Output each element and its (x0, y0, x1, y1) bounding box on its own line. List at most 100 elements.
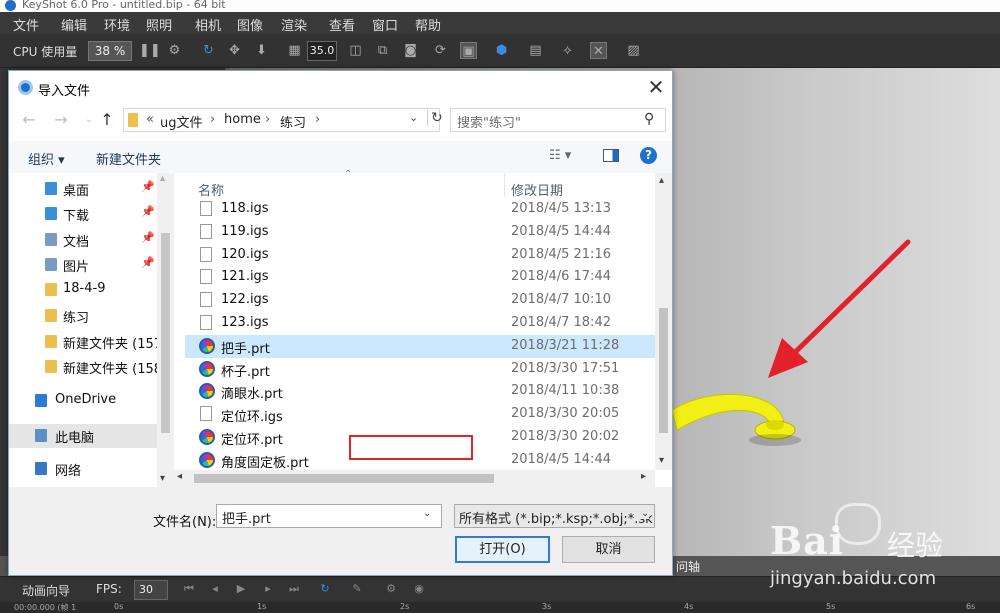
breadcrumb-practice[interactable]: 练习 (280, 112, 306, 131)
refresh-icon[interactable]: ↻ (427, 110, 443, 126)
breadcrumb-separator-icon[interactable]: › (265, 112, 270, 127)
scroll-thumb[interactable] (161, 233, 170, 433)
lock-icon[interactable]: ▣ (460, 42, 477, 59)
material-icon[interactable]: ⟡ (559, 42, 576, 59)
file-row[interactable]: 118.igs 2018/4/5 13:13 (185, 198, 656, 221)
nav-item[interactable]: 练习 (9, 304, 157, 328)
animation-wizard-label[interactable]: 动画向导 (22, 582, 70, 599)
new-folder-button[interactable]: 新建文件夹 (96, 149, 161, 168)
fit-icon[interactable]: ✥ (226, 42, 243, 59)
nav-item[interactable]: 此电脑 (9, 424, 157, 448)
menu-edit[interactable]: 编辑 (61, 15, 87, 34)
scroll-thumb[interactable] (659, 308, 668, 433)
breadcrumb-ug[interactable]: ug文件 (160, 112, 203, 131)
list-vertical-scrollbar[interactable]: ▴ ▾ (655, 173, 672, 470)
refresh-icon[interactable]: ↻ (200, 42, 217, 59)
screenshot-icon[interactable]: ◙ (402, 42, 419, 59)
scroll-up-icon[interactable]: ▴ (160, 173, 165, 184)
rotate-icon[interactable]: ⟳ (432, 42, 449, 59)
timeline-ruler[interactable]: 00:00.000 (帧 1 0s 1s 2s 3s 4s 5s 6s (0, 602, 1000, 612)
breadcrumb-home[interactable]: home (224, 112, 261, 127)
grid-icon[interactable]: ▦ (286, 42, 303, 59)
scroll-down-icon[interactable]: ▾ (160, 473, 165, 484)
settings-icon[interactable]: ⚙ (384, 582, 398, 596)
search-box[interactable]: 搜索"练习" ⚲ (450, 108, 666, 132)
file-row[interactable]: 把手.prt 2018/3/21 11:28 (185, 334, 656, 358)
prev-frame-icon[interactable]: ◂ (208, 582, 222, 596)
menu-window[interactable]: 窗口 (372, 15, 398, 34)
file-row[interactable]: 滴眼水.prt 2018/4/11 10:38 (185, 380, 656, 403)
menu-image[interactable]: 图像 (237, 15, 263, 34)
help-icon[interactable]: ? (640, 147, 657, 164)
open-button[interactable]: 打开(O) (455, 536, 550, 563)
file-row[interactable]: 122.igs 2018/4/7 10:10 (185, 289, 656, 312)
tools-icon[interactable]: ✕ (590, 42, 607, 59)
close-icon[interactable]: ✕ (646, 75, 666, 99)
last-frame-icon[interactable]: ⏭ (287, 582, 301, 596)
render-image-icon[interactable]: ▨ (625, 42, 642, 59)
list-horizontal-scrollbar[interactable]: ◂ ▸ (174, 470, 655, 487)
menu-file[interactable]: 文件 (13, 15, 39, 34)
loop-icon[interactable]: ↻ (318, 582, 332, 596)
scroll-right-icon[interactable]: ▸ (641, 471, 646, 482)
camera-anim-icon[interactable]: ◉ (412, 582, 426, 596)
address-bar[interactable]: « ug文件 › home › 练习 › ⌄ ↻ (123, 108, 443, 132)
performance-icon[interactable]: ⚙ (166, 42, 183, 59)
nav-item[interactable]: 桌面 📌 (9, 177, 157, 201)
view-options-icon[interactable]: ☷ ▾ (549, 148, 571, 163)
column-header-name[interactable]: 名称 (198, 180, 224, 199)
organize-button[interactable]: 组织 ▾ (28, 149, 65, 168)
nav-item[interactable]: 新建文件夹 (158 (9, 355, 162, 379)
file-row[interactable]: 定位环.igs 2018/3/30 20:05 (185, 403, 656, 426)
breadcrumb-separator-icon[interactable]: › (315, 112, 320, 127)
file-row[interactable]: 119.igs 2018/4/5 14:44 (185, 221, 656, 244)
fov-field[interactable]: 35.0 (307, 41, 337, 61)
menu-view[interactable]: 查看 (329, 15, 355, 34)
filetype-dropdown-icon[interactable]: ⌄ (639, 508, 650, 519)
address-dropdown-icon[interactable]: ⌄ (409, 111, 418, 124)
menu-lighting[interactable]: 照明 (146, 15, 172, 34)
nav-item[interactable]: 下载 📌 (9, 202, 157, 226)
fps-select[interactable]: 30 (134, 580, 168, 600)
next-frame-icon[interactable]: ▸ (261, 582, 275, 596)
play-icon[interactable]: ▶ (234, 582, 248, 596)
filename-value[interactable]: 把手.prt (222, 508, 271, 527)
forward-arrow-icon[interactable]: → (53, 111, 69, 129)
download-icon[interactable]: ⬇ (253, 42, 270, 59)
scroll-down-icon[interactable]: ▾ (659, 455, 664, 466)
shield-icon[interactable]: ⬢ (493, 42, 510, 59)
search-icon[interactable]: ⚲ (644, 111, 654, 127)
nav-item[interactable]: 18-4-9 (9, 278, 157, 302)
cancel-button[interactable]: 取消 (562, 536, 655, 563)
pause-icon[interactable]: ❚❚ (139, 42, 161, 59)
brush-icon[interactable]: ✎ (350, 582, 364, 596)
first-frame-icon[interactable]: ⏮ (182, 582, 196, 596)
recent-dropdown-icon[interactable]: ⌄ (81, 111, 97, 129)
nav-item[interactable]: 新建文件夹 (157 (9, 330, 162, 354)
filetype-value[interactable]: 所有格式 (*.bip;*.ksp;*.obj;*.sk (459, 508, 653, 527)
nav-scrollbar[interactable]: ▴ ▾ (157, 173, 174, 487)
file-row[interactable]: 120.igs 2018/4/5 21:16 (185, 244, 656, 267)
breadcrumb-separator-icon[interactable]: › (210, 112, 215, 127)
nav-item[interactable]: 图片 📌 (9, 253, 157, 277)
column-divider[interactable] (504, 173, 505, 197)
menu-camera[interactable]: 相机 (195, 15, 221, 34)
scroll-left-icon[interactable]: ◂ (177, 471, 182, 482)
file-row[interactable]: 杯子.prt 2018/3/30 17:51 (185, 358, 656, 381)
back-arrow-icon[interactable]: ← (21, 111, 37, 129)
menu-help[interactable]: 帮助 (415, 15, 441, 34)
filename-input[interactable]: 把手.prt ⌄ (216, 504, 442, 528)
search-input[interactable]: 搜索"练习" (457, 112, 521, 131)
nav-item[interactable]: 文档 📌 (9, 228, 157, 252)
breadcrumb-overflow[interactable]: « (146, 112, 154, 127)
nav-item[interactable]: OneDrive (9, 389, 157, 413)
menu-environment[interactable]: 环境 (104, 15, 130, 34)
filename-dropdown-icon[interactable]: ⌄ (423, 508, 431, 519)
preview-pane-icon[interactable] (603, 149, 619, 162)
multi-camera-icon[interactable]: ⧉ (374, 42, 391, 59)
cpu-usage-field[interactable]: 38 % (88, 41, 132, 61)
nav-item[interactable]: 网络 (9, 457, 157, 481)
file-row[interactable]: 121.igs 2018/4/6 17:44 (185, 266, 656, 289)
camera-icon[interactable]: ◫ (347, 42, 364, 59)
scroll-thumb[interactable] (194, 474, 494, 483)
